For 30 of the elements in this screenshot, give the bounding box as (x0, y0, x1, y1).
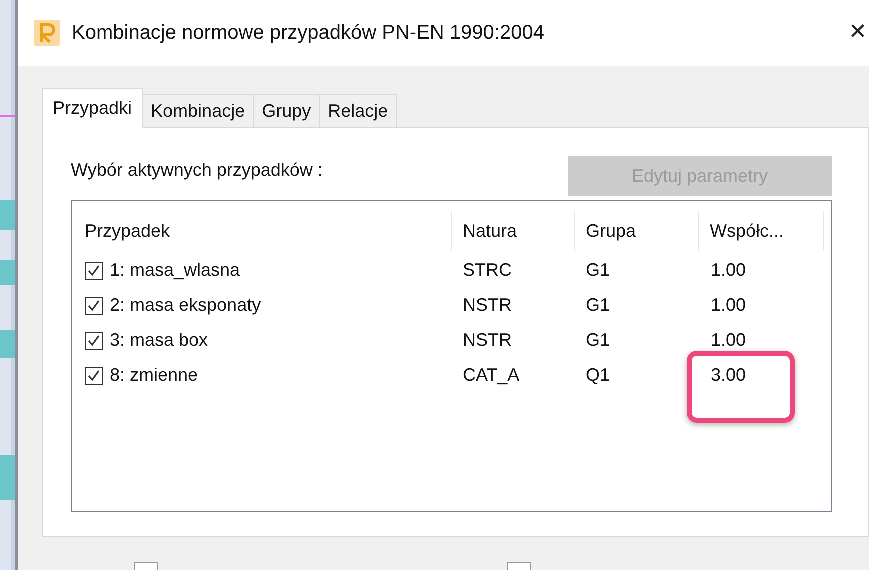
table-cell-text: 3.00 (710, 365, 748, 386)
section-label: Wybór aktywnych przypadków : (71, 160, 323, 181)
tab[interactable]: Przypadki (42, 88, 144, 128)
table-cell-text: NSTR (462, 295, 513, 316)
column-header[interactable]: Natura (452, 211, 575, 251)
table-cell-text: 1.00 (710, 330, 748, 351)
table-cell-text: G1 (585, 295, 612, 316)
table-cell-text: 1.00 (710, 260, 748, 281)
tab[interactable]: Relacje (319, 94, 398, 128)
table-cell-text: NSTR (462, 330, 513, 351)
table-cell: 3: masa box (110, 330, 208, 351)
checkbox[interactable] (85, 262, 103, 280)
app-logo-icon (34, 20, 60, 46)
table-cell-text: G1 (585, 260, 612, 281)
column-header[interactable]: Współc... (699, 211, 824, 251)
table-cell-text: STRC (462, 260, 513, 281)
close-button[interactable]: ✕ (847, 20, 869, 46)
checkbox[interactable] (85, 366, 103, 384)
table-cell: 1: masa_wlasna (110, 260, 240, 281)
table-cell: 2: masa eksponaty (110, 295, 262, 316)
table-cell-text: Q1 (585, 365, 612, 386)
table-cell-text: CAT_A (462, 365, 521, 386)
table-cell: 8: zmienne (110, 365, 198, 386)
column-header[interactable]: Przypadek (72, 211, 452, 251)
checkbox[interactable] (85, 296, 103, 314)
checkbox[interactable] (85, 332, 103, 350)
window-title: Kombinacje normowe przypadków PN-EN 1990:2004 (72, 22, 546, 44)
table-cell-text: 1.00 (710, 295, 748, 316)
table-cell-text: G1 (585, 330, 612, 351)
column-header[interactable]: Grupa (575, 211, 699, 251)
